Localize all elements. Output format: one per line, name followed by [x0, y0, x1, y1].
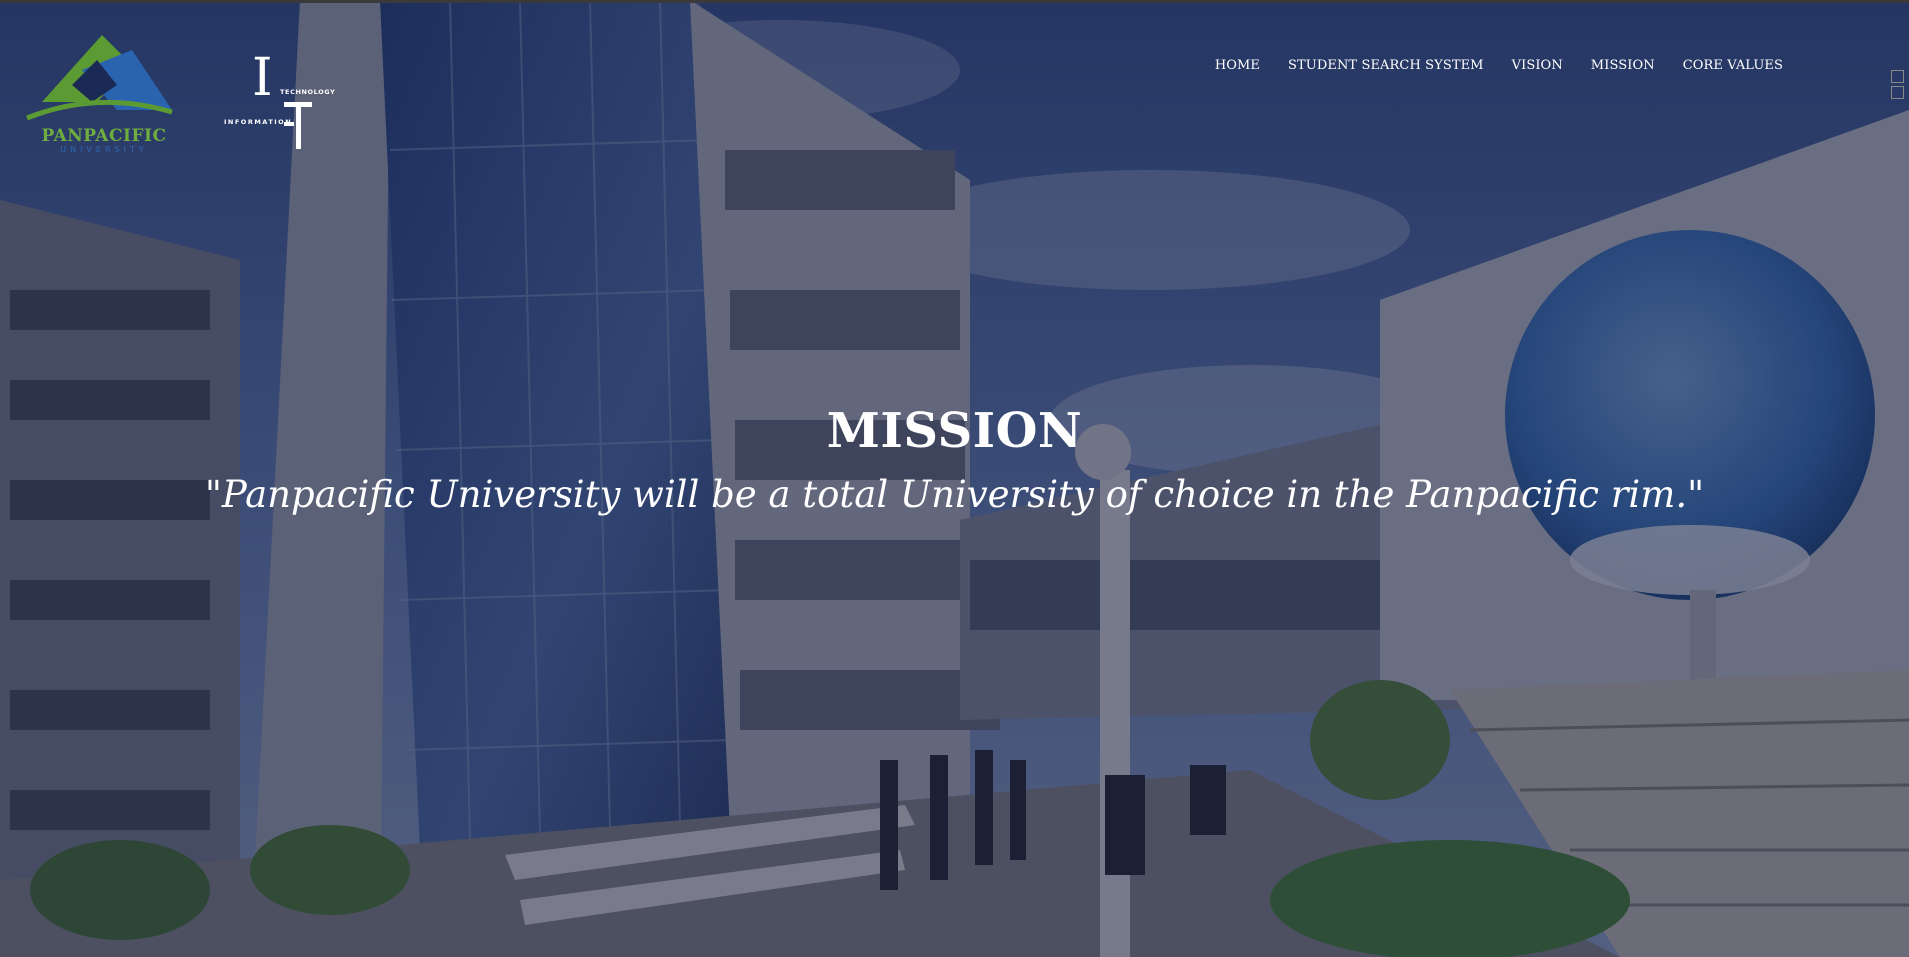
- main-navigation: HOME STUDENT SEARCH SYSTEM VISION MISSIO…: [1215, 58, 1783, 73]
- nav-mission[interactable]: MISSION: [1591, 58, 1655, 73]
- hero-section: PANPACIFIC UNIVERSITY I TECHNOLOGY INFOR…: [0, 0, 1909, 957]
- nav-vision[interactable]: VISION: [1512, 58, 1563, 73]
- corner-widget-box-bottom: [1891, 86, 1904, 99]
- corner-widget-box-top: [1891, 70, 1904, 83]
- top-border: [0, 0, 1909, 3]
- university-subtitle: UNIVERSITY: [60, 145, 148, 154]
- mission-statement: "Panpacific University will be a total U…: [204, 473, 1705, 516]
- it-t-shape-icon: [284, 102, 312, 149]
- nav-home[interactable]: HOME: [1215, 58, 1260, 73]
- information-technology-logo[interactable]: I TECHNOLOGY INFORMATION: [222, 52, 335, 153]
- nav-core-values[interactable]: CORE VALUES: [1683, 58, 1783, 73]
- university-name: PANPACIFIC: [41, 126, 167, 146]
- page-title: MISSION: [826, 403, 1083, 459]
- corner-widget-icon[interactable]: [1891, 70, 1904, 102]
- panpacific-university-logo[interactable]: PANPACIFIC UNIVERSITY: [22, 30, 177, 156]
- nav-student-search-system[interactable]: STUDENT SEARCH SYSTEM: [1288, 58, 1484, 73]
- pp-emblem-icon: [26, 35, 173, 121]
